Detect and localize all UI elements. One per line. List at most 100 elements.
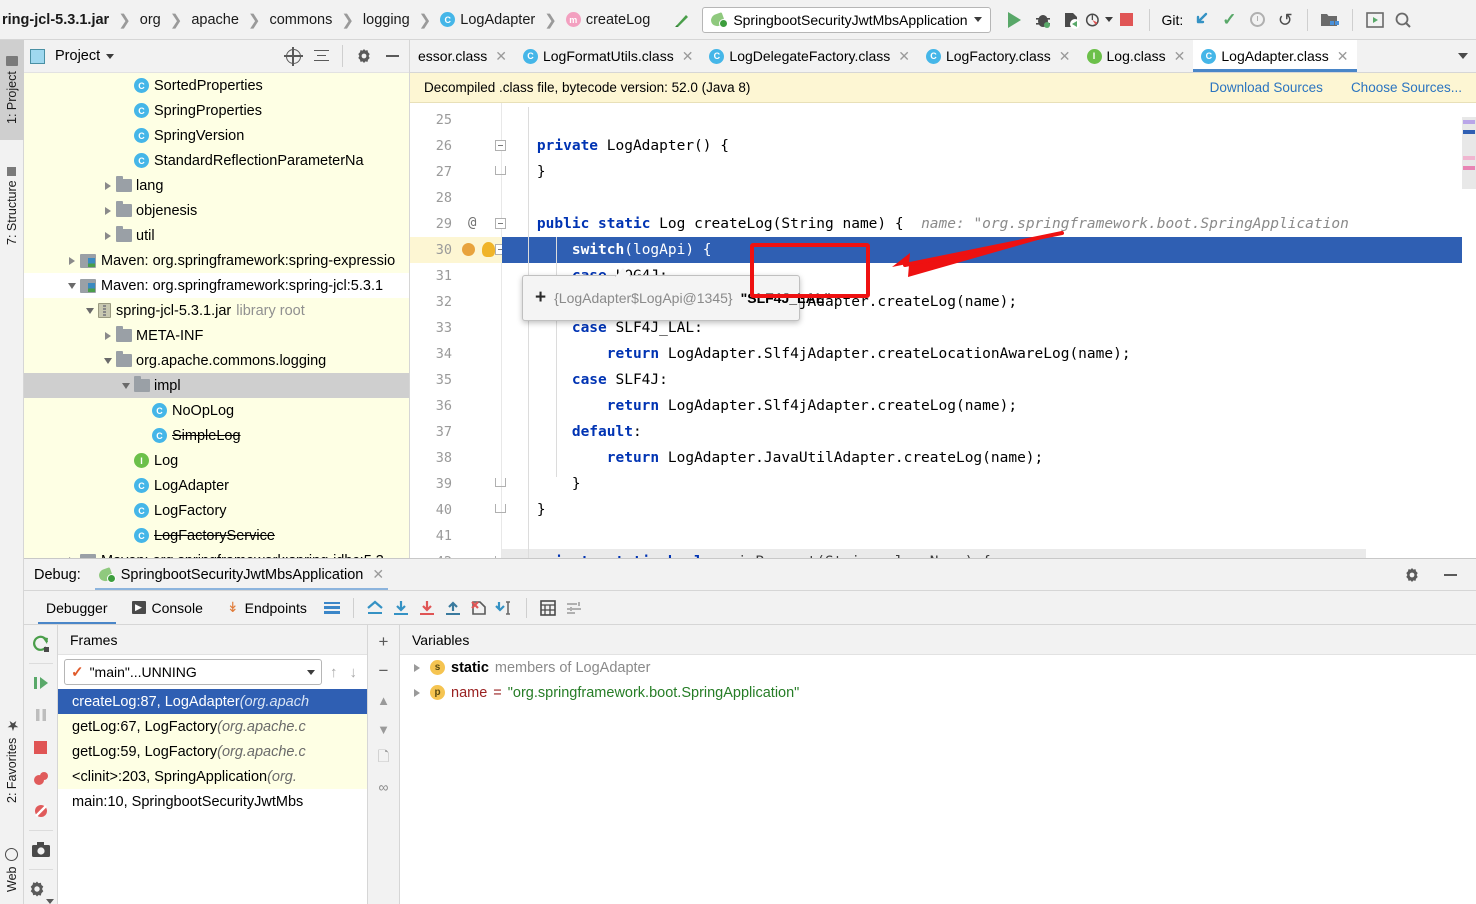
show-execution-point-icon[interactable] — [362, 595, 388, 621]
rerun-icon[interactable] — [26, 629, 56, 659]
inspect-icon[interactable]: ∞ — [370, 774, 398, 800]
run-button[interactable] — [1001, 6, 1029, 34]
run-to-cursor-icon[interactable] — [492, 595, 518, 621]
tree-item[interactable]: Maven: org.springframework:spring-jcl:5.… — [24, 273, 409, 298]
tree-item[interactable]: C SortedProperties — [24, 73, 409, 98]
frame-down-icon[interactable]: ↓ — [346, 664, 362, 681]
editor-tab[interactable]: C LogFactory.class ✕ — [918, 40, 1079, 72]
annotation-gutter-icon[interactable]: @ — [468, 215, 476, 231]
copy-icon[interactable]: 🗋 — [370, 745, 398, 771]
tree-item[interactable]: Maven: org.springframework:spring-expres… — [24, 248, 409, 273]
profile-button[interactable] — [1085, 6, 1113, 34]
code-line[interactable]: return LogAdapter.Slf4jAdapter.createLoc… — [502, 341, 1131, 367]
move-down-icon[interactable]: ▼ — [370, 716, 398, 742]
variable-row[interactable]: s static members of LogAdapter — [400, 655, 1476, 680]
sidebar-item-structure[interactable]: 7: Structure — [0, 145, 24, 267]
tree-item[interactable]: C SpringProperties — [24, 98, 409, 123]
tree-item[interactable]: util — [24, 223, 409, 248]
frame-up-icon[interactable]: ↑ — [326, 664, 342, 681]
line-number[interactable]: 34 — [410, 341, 452, 367]
debugger-value-tooltip[interactable]: + {LogAdapter$LogApi@1345} "SLF4J_LAL" — [522, 268, 831, 321]
editor-tab[interactable]: essor.class ✕ — [410, 40, 515, 72]
search-everywhere-icon[interactable] — [1389, 6, 1417, 34]
line-number[interactable]: 36 — [410, 393, 452, 419]
tab-console[interactable]: ▶ Console — [120, 591, 215, 624]
camera-icon[interactable] — [26, 835, 56, 865]
stop-icon[interactable] — [26, 732, 56, 762]
tab-endpoints[interactable]: ↡ Endpoints — [215, 591, 319, 624]
chevron-right-icon[interactable] — [100, 332, 116, 340]
step-into-icon[interactable] — [414, 595, 440, 621]
close-icon[interactable]: ✕ — [898, 48, 910, 65]
chevron-right-icon[interactable] — [100, 232, 116, 240]
debug-session-tab[interactable]: SpringbootSecurityJwtMbsApplication ✕ — [94, 559, 389, 590]
sidebar-item-web[interactable]: Web — [0, 830, 24, 904]
editor-tab[interactable]: C LogAdapter.class ✕ — [1193, 40, 1357, 72]
frame-item[interactable]: getLog:59, LogFactory (org.apache.c — [58, 739, 367, 764]
tree-item[interactable]: lang — [24, 173, 409, 198]
scroll-from-source-icon[interactable] — [282, 45, 304, 67]
tree-item[interactable]: C LogFactoryService — [24, 523, 409, 548]
code-line[interactable]: return LogAdapter.Slf4jAdapter.createLog… — [502, 393, 1017, 419]
hide-panel-icon[interactable] — [381, 45, 403, 67]
git-history-icon[interactable] — [1243, 6, 1271, 34]
breadcrumb-item-org[interactable]: org — [132, 0, 169, 39]
code-line[interactable]: } — [502, 471, 581, 497]
breadcrumb-item-commons[interactable]: commons — [261, 0, 340, 39]
thread-dropdown[interactable]: ✓ "main"...UNNING — [64, 659, 322, 685]
intention-bulb-icon[interactable] — [482, 242, 495, 257]
chevron-right-icon[interactable] — [410, 664, 424, 672]
close-icon[interactable]: ✕ — [1337, 48, 1349, 65]
tree-item[interactable]: C NoOpLog — [24, 398, 409, 423]
line-number[interactable]: 35 — [410, 367, 452, 393]
line-number[interactable]: 41 — [410, 523, 452, 549]
line-number[interactable]: 25 — [410, 107, 452, 133]
step-over-icon[interactable] — [388, 595, 414, 621]
evaluate-expression-icon[interactable] — [535, 595, 561, 621]
chevron-down-icon[interactable] — [100, 358, 116, 364]
line-number[interactable]: 37 — [410, 419, 452, 445]
settings-icon[interactable] — [561, 595, 587, 621]
frame-item[interactable]: <clinit>:203, SpringApplication (org. — [58, 764, 367, 789]
editor-gutter[interactable]: 2526272829 @30313233343536373839404142 — [410, 103, 506, 558]
breakpoint-icon[interactable] — [462, 243, 475, 256]
code-editor[interactable]: 2526272829 @30313233343536373839404142 pr… — [410, 103, 1476, 558]
git-commit-icon[interactable]: ✓ — [1215, 6, 1243, 34]
scrollbar-thumb[interactable] — [1462, 117, 1476, 189]
tree-item[interactable]: C LogFactory — [24, 498, 409, 523]
hide-panel-icon[interactable] — [1438, 563, 1462, 587]
chevron-down-icon[interactable] — [64, 283, 80, 289]
code-line[interactable]: private static boolean isPresent(String … — [502, 549, 991, 558]
choose-sources-link[interactable]: Choose Sources... — [1351, 80, 1462, 95]
frame-item[interactable]: getLog:67, LogFactory (org.apache.c — [58, 714, 367, 739]
tree-item[interactable]: impl — [24, 373, 409, 398]
line-number[interactable]: 30 — [410, 237, 452, 263]
code-line[interactable]: } — [502, 159, 546, 185]
drop-frame-icon[interactable] — [466, 595, 492, 621]
remove-watch-icon[interactable]: − — [370, 658, 398, 684]
mute-breakpoints-icon[interactable] — [26, 796, 56, 826]
close-icon[interactable]: ✕ — [1059, 48, 1071, 65]
close-icon[interactable]: ✕ — [682, 48, 694, 65]
tree-item[interactable]: C StandardReflectionParameterNa — [24, 148, 409, 173]
tree-item[interactable]: spring-jcl-5.3.1.jar library root — [24, 298, 409, 323]
editor-tab[interactable]: I Log.class ✕ — [1079, 40, 1194, 72]
code-line[interactable]: default: — [502, 419, 642, 445]
breadcrumb-item-logadapter[interactable]: C LogAdapter — [432, 0, 543, 39]
code-line[interactable]: private LogAdapter() { — [502, 133, 729, 159]
editor-scrollbar[interactable] — [1462, 103, 1476, 558]
chevron-down-icon[interactable] — [82, 308, 98, 314]
line-number[interactable]: 27 — [410, 159, 452, 185]
chevron-right-icon[interactable] — [410, 689, 424, 697]
frame-item[interactable]: main:10, SpringbootSecurityJwtMbs — [58, 789, 367, 814]
tree-item[interactable]: C SimpleLog — [24, 423, 409, 448]
line-number[interactable]: 40 — [410, 497, 452, 523]
run-with-coverage-button[interactable] — [1057, 6, 1085, 34]
tree-item[interactable]: C LogAdapter — [24, 473, 409, 498]
sidebar-item-favorites[interactable]: 2: Favorites ★ — [0, 700, 24, 820]
tree-item[interactable]: C SpringVersion — [24, 123, 409, 148]
chevron-right-icon[interactable] — [100, 207, 116, 215]
line-number[interactable]: 26 — [410, 133, 452, 159]
editor-tab[interactable]: C LogFormatUtils.class ✕ — [515, 40, 701, 72]
variable-row[interactable]: p name = "org.springframework.boot.Spring… — [400, 680, 1476, 705]
